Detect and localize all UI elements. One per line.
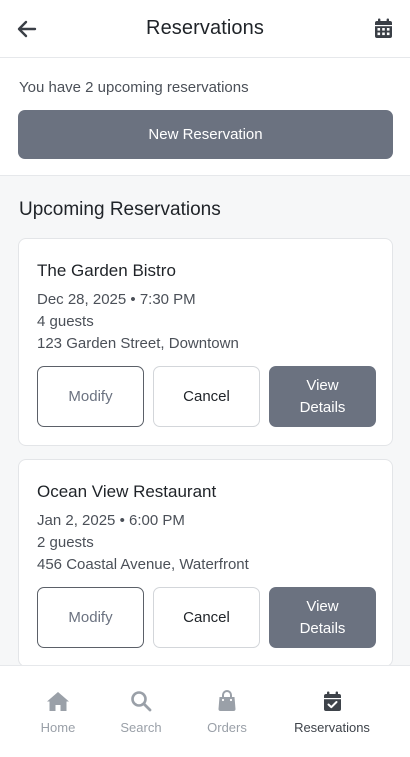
reservation-datetime: Dec 28, 2025 • 7:30 PM bbox=[37, 291, 196, 308]
calendar-button[interactable] bbox=[372, 16, 394, 40]
home-icon bbox=[47, 691, 69, 711]
restaurant-name: Ocean View Restaurant bbox=[37, 482, 217, 501]
view-details-button[interactable]: View Details bbox=[269, 366, 376, 427]
arrow-left-icon bbox=[17, 20, 37, 38]
page-title: Reservations bbox=[146, 17, 264, 39]
view-details-line1: View bbox=[306, 376, 339, 394]
nav-label: Orders bbox=[207, 720, 247, 735]
top-app-bar: Reservations bbox=[0, 0, 410, 58]
guest-count: 2 guests bbox=[37, 534, 94, 551]
modify-button[interactable]: Modify bbox=[37, 366, 144, 427]
cancel-button[interactable]: Cancel bbox=[153, 587, 260, 648]
nav-item-home[interactable]: Home bbox=[28, 666, 88, 752]
nav-item-reservations[interactable]: Reservations bbox=[286, 666, 378, 752]
new-reservation-button[interactable]: New Reservation bbox=[18, 110, 393, 159]
guest-count: 4 guests bbox=[37, 313, 94, 330]
app-root: Reservations You have 2 upcoming reserva… bbox=[0, 0, 410, 757]
view-details-label: View Details bbox=[300, 596, 346, 640]
nav-item-orders[interactable]: Orders bbox=[197, 666, 257, 752]
view-details-line2: Details bbox=[299, 398, 346, 416]
nav-item-search[interactable]: Search bbox=[111, 666, 171, 752]
modify-button[interactable]: Modify bbox=[37, 587, 144, 648]
restaurant-name: The Garden Bistro bbox=[37, 261, 176, 280]
reservation-card: Ocean View Restaurant Jan 2, 2025 • 6:00… bbox=[18, 459, 393, 667]
reservation-card: The Garden Bistro Dec 28, 2025 • 7:30 PM… bbox=[18, 238, 393, 446]
reservation-summary: You have 2 upcoming reservations New Res… bbox=[0, 58, 410, 176]
view-details-line1: View bbox=[306, 597, 339, 615]
cancel-button[interactable]: Cancel bbox=[153, 366, 260, 427]
back-button[interactable] bbox=[14, 16, 40, 42]
search-icon bbox=[131, 691, 152, 712]
restaurant-address: 123 Garden Street, Downtown bbox=[37, 335, 239, 352]
view-details-button[interactable]: View Details bbox=[269, 587, 376, 648]
nav-label: Home bbox=[40, 720, 76, 735]
view-details-line2: Details bbox=[299, 619, 346, 637]
nav-label: Search bbox=[120, 720, 162, 735]
calendar-icon bbox=[374, 18, 392, 38]
view-details-label: View Details bbox=[300, 375, 346, 419]
section-title: Upcoming Reservations bbox=[19, 199, 221, 220]
restaurant-address: 456 Coastal Avenue, Waterfront bbox=[37, 556, 249, 573]
bottom-navigation: Home Search Orders Reservations bbox=[0, 665, 410, 757]
shopping-bag-icon bbox=[218, 690, 236, 711]
reservation-count-text: You have 2 upcoming reservations bbox=[19, 79, 249, 96]
calendar-check-icon bbox=[323, 691, 341, 711]
nav-label: Reservations bbox=[294, 720, 370, 735]
reservation-datetime: Jan 2, 2025 • 6:00 PM bbox=[37, 512, 185, 529]
